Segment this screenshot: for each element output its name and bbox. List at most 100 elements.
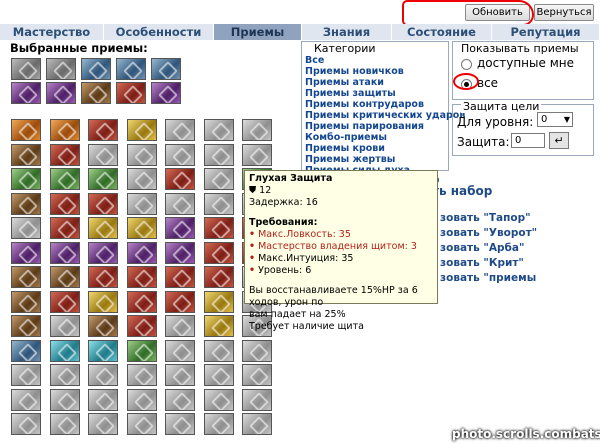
technique-icon[interactable]: [126, 266, 157, 288]
selected-technique-icon[interactable]: [151, 82, 181, 104]
technique-icon[interactable]: [165, 168, 195, 190]
category-blood[interactable]: Приемы крови: [305, 143, 385, 154]
technique-icon[interactable]: [165, 217, 195, 239]
technique-icon[interactable]: [165, 241, 195, 264]
technique-icon[interactable]: [242, 413, 272, 435]
technique-icon[interactable]: [203, 168, 234, 190]
technique-icon[interactable]: [49, 143, 80, 166]
technique-icon[interactable]: [88, 339, 118, 362]
category-sacrifice[interactable]: Приемы жертвы: [305, 154, 395, 165]
technique-icon[interactable]: [11, 192, 41, 215]
technique-icon[interactable]: [165, 192, 195, 215]
technique-icon[interactable]: [88, 413, 118, 435]
technique-icon[interactable]: [203, 266, 234, 288]
technique-icon[interactable]: [126, 192, 157, 215]
technique-icon[interactable]: [126, 388, 157, 411]
technique-icon[interactable]: [203, 143, 234, 166]
technique-icon[interactable]: [88, 119, 118, 141]
technique-icon[interactable]: [165, 413, 195, 435]
technique-icon[interactable]: [126, 290, 157, 313]
technique-icon[interactable]: [126, 143, 157, 166]
technique-icon[interactable]: [165, 339, 195, 362]
technique-icon[interactable]: [242, 364, 272, 386]
technique-icon[interactable]: [165, 364, 195, 386]
tab-features[interactable]: Особенности: [104, 24, 214, 40]
category-newbie[interactable]: Приемы новичков: [305, 66, 404, 77]
technique-icon[interactable]: [126, 339, 157, 362]
technique-icon[interactable]: [126, 413, 157, 435]
technique-icon[interactable]: [11, 413, 41, 435]
save-set-link[interactable]: ть набор: [432, 184, 492, 198]
set-link-arba[interactable]: зовать "Арба": [440, 242, 524, 254]
selected-technique-icon[interactable]: [151, 58, 181, 80]
technique-icon[interactable]: [165, 290, 195, 313]
technique-icon[interactable]: [49, 217, 80, 239]
radio-available[interactable]: [461, 59, 472, 70]
enter-icon[interactable]: ↵: [549, 132, 569, 149]
set-link-tapor[interactable]: зовать "Тапор": [440, 212, 531, 224]
technique-icon[interactable]: [242, 388, 272, 411]
technique-icon[interactable]: [126, 168, 157, 190]
refresh-button[interactable]: Обновить: [465, 4, 530, 21]
radio-all[interactable]: [461, 79, 472, 90]
technique-icon[interactable]: [88, 168, 118, 190]
category-combo[interactable]: Комбо-приемы: [305, 132, 387, 143]
technique-icon[interactable]: [126, 217, 157, 239]
technique-icon[interactable]: [49, 413, 80, 435]
tab-state[interactable]: Состояние: [392, 24, 492, 40]
technique-icon[interactable]: [165, 143, 195, 166]
set-link-krit[interactable]: зовать "Крит": [440, 257, 524, 269]
tab-reputation[interactable]: Репутация: [492, 24, 600, 40]
technique-icon[interactable]: [242, 119, 272, 141]
technique-icon[interactable]: [11, 241, 41, 264]
technique-icon[interactable]: [88, 388, 118, 411]
technique-icon[interactable]: [49, 339, 80, 362]
technique-icon[interactable]: [203, 364, 234, 386]
technique-icon[interactable]: [49, 364, 80, 386]
technique-icon[interactable]: [11, 119, 41, 141]
technique-icon[interactable]: [88, 364, 118, 386]
technique-icon[interactable]: [49, 290, 80, 313]
category-attack[interactable]: Приемы атаки: [305, 77, 384, 88]
tab-mastery[interactable]: Мастерство: [0, 24, 104, 40]
technique-icon[interactable]: [88, 266, 118, 288]
selected-technique-icon[interactable]: [46, 58, 76, 80]
technique-icon[interactable]: [126, 364, 157, 386]
technique-icon[interactable]: [49, 168, 80, 190]
tab-knowledge[interactable]: Знания: [302, 24, 392, 40]
technique-icon[interactable]: [203, 413, 234, 435]
technique-icon[interactable]: [203, 241, 234, 264]
technique-icon[interactable]: [11, 168, 41, 190]
category-counter[interactable]: Приемы контрудаpов: [305, 99, 424, 110]
technique-icon[interactable]: [165, 266, 195, 288]
technique-icon[interactable]: [242, 339, 272, 362]
technique-icon[interactable]: [11, 266, 41, 288]
technique-icon[interactable]: [88, 315, 118, 337]
back-button[interactable]: Вернуться: [534, 4, 594, 21]
technique-icon[interactable]: [242, 143, 272, 166]
technique-icon[interactable]: [165, 119, 195, 141]
selected-technique-icon[interactable]: [81, 82, 111, 104]
technique-icon[interactable]: [11, 339, 41, 362]
technique-icon[interactable]: [11, 217, 41, 239]
technique-icon[interactable]: [49, 266, 80, 288]
technique-icon[interactable]: [49, 192, 80, 215]
technique-icon[interactable]: [11, 290, 41, 313]
technique-icon[interactable]: [88, 217, 118, 239]
level-select[interactable]: 0 ▼: [537, 112, 573, 127]
set-link-uvorot[interactable]: зовать "Уворот": [440, 227, 537, 239]
technique-icon[interactable]: [203, 339, 234, 362]
protection-input[interactable]: 0: [511, 133, 545, 148]
technique-icon[interactable]: [126, 315, 157, 337]
technique-icon[interactable]: [126, 241, 157, 264]
technique-icon[interactable]: [49, 388, 80, 411]
selected-technique-icon[interactable]: [46, 82, 76, 104]
category-parry[interactable]: Приемы парирования: [305, 121, 424, 132]
set-link-priemy[interactable]: зовать "приемы: [440, 272, 536, 284]
technique-icon[interactable]: [11, 388, 41, 411]
technique-icon[interactable]: [49, 119, 80, 141]
technique-icon[interactable]: [203, 217, 234, 239]
technique-icon[interactable]: [11, 364, 41, 386]
technique-icon[interactable]: [88, 290, 118, 313]
selected-technique-icon[interactable]: [81, 58, 111, 80]
